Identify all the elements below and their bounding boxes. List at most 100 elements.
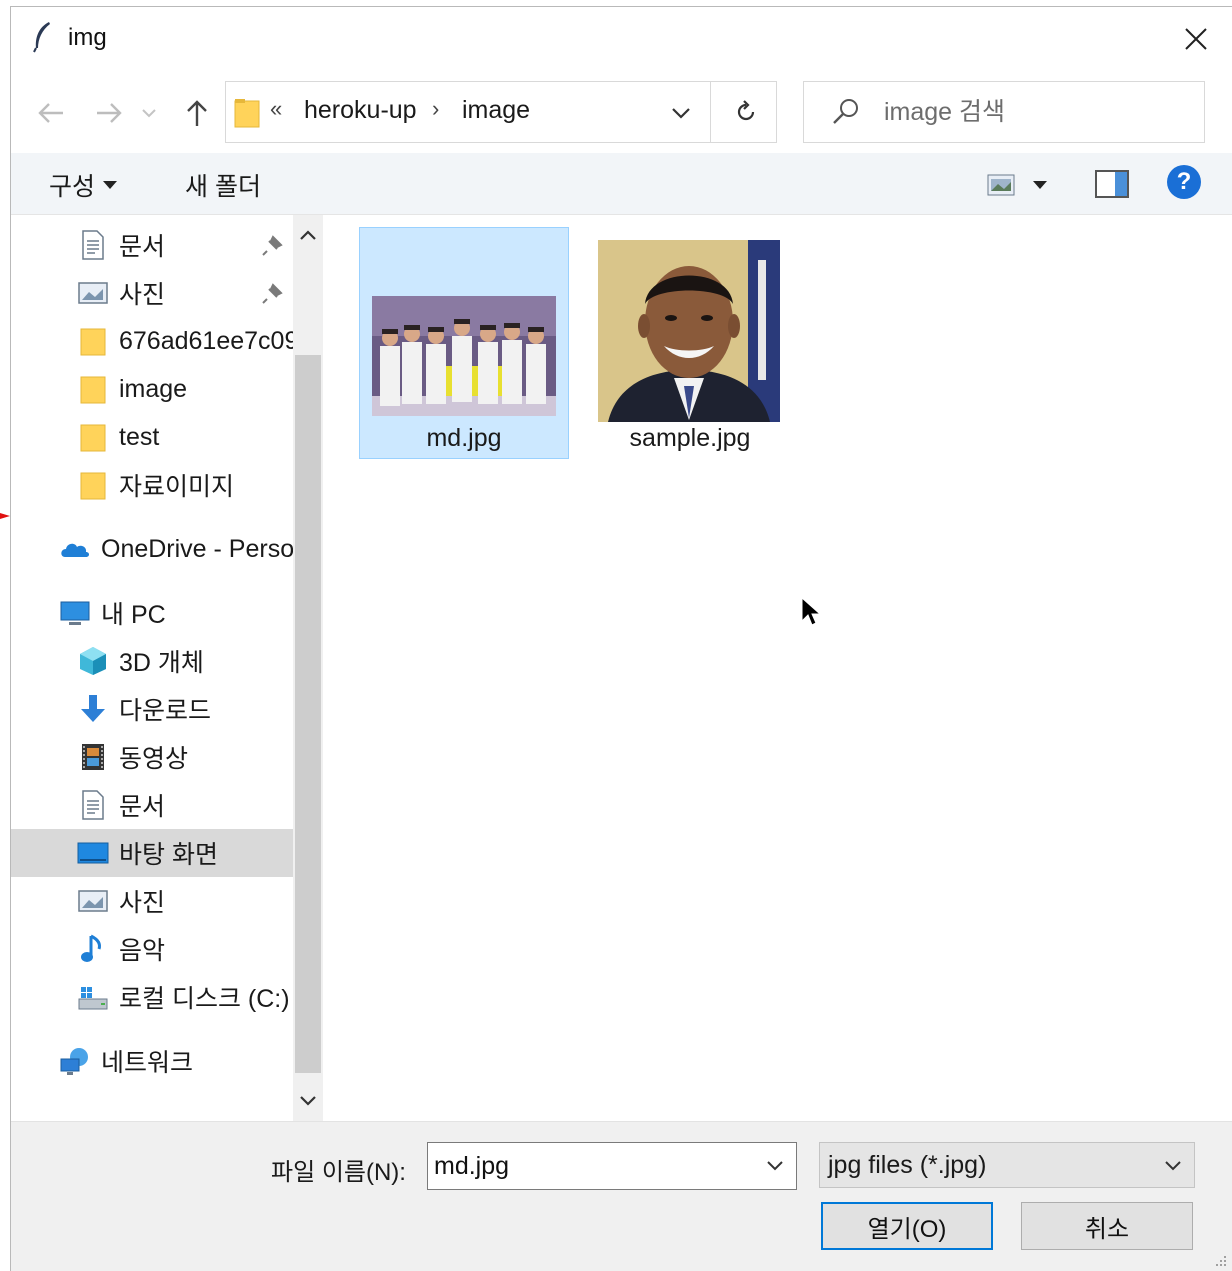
dialog-footer: 파일 이름(N): jpg files (*.jpg) 열기(O) 취소	[11, 1121, 1232, 1271]
chevron-down-icon	[142, 109, 156, 118]
caret-down-icon	[1033, 181, 1047, 189]
address-history-button[interactable]	[666, 98, 696, 128]
nav-item-label: 676ad61ee7c09	[119, 326, 293, 355]
back-button[interactable]	[31, 93, 71, 133]
nav-item-label: OneDrive - Persor	[101, 534, 293, 563]
window-title: img	[68, 24, 107, 51]
up-button[interactable]	[177, 93, 217, 133]
forward-button[interactable]	[89, 93, 129, 133]
nav-item-label: 내 PC	[101, 601, 166, 629]
pin-icon	[262, 283, 283, 304]
nav-item-desktop[interactable]: 바탕 화면	[11, 829, 293, 877]
file-list: md.jpg sample.jpg	[327, 215, 1232, 1121]
nav-item-local-disk[interactable]: 로컬 디스크 (C:)	[11, 973, 293, 1021]
nav-item-videos[interactable]: 동영상	[11, 733, 293, 781]
address-overflow[interactable]: «	[270, 96, 282, 122]
search-box[interactable]	[803, 81, 1205, 143]
chevron-down-icon	[767, 1161, 783, 1171]
new-folder-button[interactable]: 새 폴더	[185, 167, 261, 203]
address-segment-heroku-up[interactable]: heroku-up	[304, 96, 417, 125]
preview-pane-icon[interactable]	[1095, 169, 1129, 199]
network-icon	[60, 1048, 88, 1075]
nav-item-label: 문서	[119, 233, 166, 261]
scroll-down-button[interactable]	[293, 1081, 323, 1121]
music-icon	[81, 934, 101, 962]
folder-icon	[80, 472, 106, 500]
desktop-icon	[77, 842, 109, 864]
nav-item-label: 3D 개체	[119, 649, 204, 677]
file-name-combobox[interactable]	[427, 1142, 797, 1190]
close-icon	[1185, 28, 1207, 50]
view-icon	[987, 174, 1015, 196]
folder-icon	[80, 328, 106, 356]
scroll-up-button[interactable]	[293, 215, 323, 255]
file-name-dropdown-button[interactable]	[762, 1153, 788, 1179]
nav-item-onedrive[interactable]: OneDrive - Persor	[11, 525, 293, 573]
chevron-up-icon	[300, 230, 316, 240]
local-disk-icon	[78, 987, 108, 1010]
help-button[interactable]: ?	[1167, 165, 1201, 199]
address-separator[interactable]: ›	[432, 96, 439, 122]
file-name: sample.jpg	[629, 424, 751, 452]
file-open-dialog: img « heroku-up › image image 검색 구성 새 폴더…	[10, 6, 1232, 1271]
nav-item-folder-test[interactable]: test	[11, 413, 293, 461]
open-button[interactable]: 열기(O)	[821, 1202, 993, 1250]
change-view-button[interactable]	[987, 169, 1057, 201]
nav-item-quick-pictures[interactable]: 사진	[11, 269, 293, 317]
nav-item-pictures[interactable]: 사진	[11, 877, 293, 925]
address-segment-image[interactable]: image	[462, 96, 530, 125]
nav-item-downloads[interactable]: 다운로드	[11, 685, 293, 733]
pc-icon	[60, 601, 90, 625]
resize-grip-icon[interactable]	[1212, 1252, 1228, 1268]
address-divider	[710, 82, 711, 142]
refresh-button[interactable]	[726, 92, 766, 132]
scroll-thumb[interactable]	[295, 355, 321, 1073]
nav-item-network[interactable]: 네트워크	[11, 1037, 293, 1085]
organize-label: 구성	[49, 173, 96, 201]
nav-item-label: image	[119, 374, 188, 403]
navigation-row: « heroku-up › image	[11, 73, 1232, 151]
red-arrow-marker	[0, 513, 10, 519]
nav-item-documents[interactable]: 문서	[11, 781, 293, 829]
cancel-button[interactable]: 취소	[1021, 1202, 1193, 1250]
nav-item-label: 동영상	[119, 745, 189, 773]
group-photo-thumbnail	[372, 296, 556, 416]
file-item-sample-jpg[interactable]: sample.jpg	[585, 227, 795, 459]
nav-item-music[interactable]: 음악	[11, 925, 293, 973]
nav-item-quick-documents[interactable]: 문서	[11, 221, 293, 269]
file-item-md-jpg[interactable]: md.jpg	[359, 227, 569, 459]
file-name: md.jpg	[426, 424, 502, 452]
nav-item-label: test	[119, 422, 160, 451]
title-bar: img	[11, 7, 1232, 69]
file-type-select[interactable]: jpg files (*.jpg)	[819, 1142, 1195, 1188]
nav-item-label: 네트워크	[101, 1049, 194, 1077]
background-edge	[0, 0, 10, 1271]
onedrive-icon	[61, 543, 89, 557]
address-bar[interactable]: « heroku-up › image	[225, 81, 777, 143]
navigation-scrollbar[interactable]	[293, 215, 323, 1121]
nav-item-folder-reference-images[interactable]: 자료이미지	[11, 461, 293, 509]
feather-icon	[33, 22, 50, 53]
download-icon	[81, 695, 105, 722]
nav-item-3d-objects[interactable]: 3D 개체	[11, 637, 293, 685]
recent-locations-button[interactable]	[137, 93, 161, 133]
document-icon	[82, 230, 104, 260]
mouse-cursor-icon	[801, 597, 821, 626]
chevron-down-icon	[672, 108, 690, 119]
nav-item-label: 음악	[119, 937, 166, 965]
close-button[interactable]	[1168, 17, 1224, 61]
nav-item-folder-image[interactable]: image	[11, 365, 293, 413]
navigation-pane: 문서 사진 676ad61ee7c09 image test 자료이미지 One…	[11, 215, 293, 1121]
folder-icon	[80, 376, 106, 404]
nav-item-this-pc[interactable]: 내 PC	[11, 589, 293, 637]
folder-icon	[234, 99, 260, 128]
nav-item-label: 자료이미지	[119, 473, 235, 501]
pictures-icon	[78, 282, 108, 304]
search-input[interactable]	[884, 94, 1184, 130]
file-type-dropdown-button[interactable]	[1160, 1153, 1186, 1179]
file-name-input[interactable]	[434, 1149, 754, 1183]
nav-item-label: 로컬 디스크 (C:)	[119, 985, 290, 1013]
nav-item-folder-676ad61ee7c09[interactable]: 676ad61ee7c09	[11, 317, 293, 365]
chevron-down-icon	[300, 1096, 316, 1106]
organize-button[interactable]: 구성	[49, 167, 118, 203]
